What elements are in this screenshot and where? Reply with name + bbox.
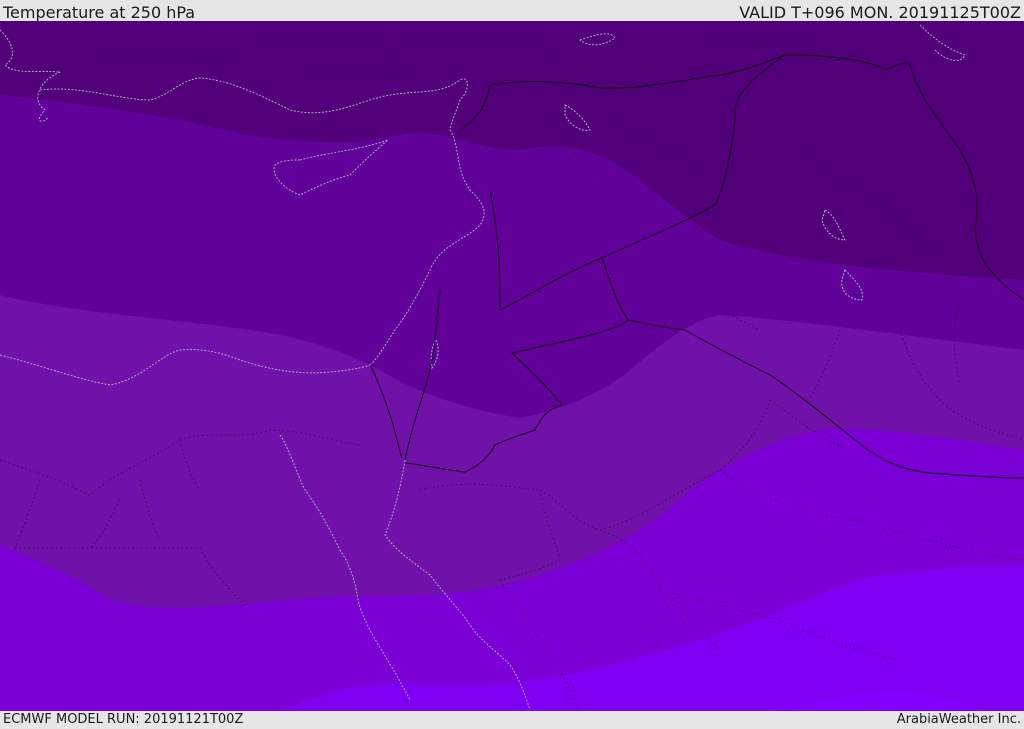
forecast-map-frame: Temperature at 250 hPa VALID T+096 MON. … xyxy=(0,0,1024,729)
provider-credit: ArabiaWeather Inc. xyxy=(896,712,1021,727)
temperature-map xyxy=(0,21,1024,711)
map-title: Temperature at 250 hPa xyxy=(3,3,196,22)
map-area xyxy=(0,21,1024,711)
model-run-label: ECMWF MODEL RUN: 20191121T00Z xyxy=(3,712,244,727)
valid-time: VALID T+096 MON. 20191125T00Z xyxy=(739,3,1021,22)
footer-bar: ECMWF MODEL RUN: 20191121T00Z ArabiaWeat… xyxy=(0,711,1024,729)
header-bar: Temperature at 250 hPa VALID T+096 MON. … xyxy=(0,0,1024,22)
